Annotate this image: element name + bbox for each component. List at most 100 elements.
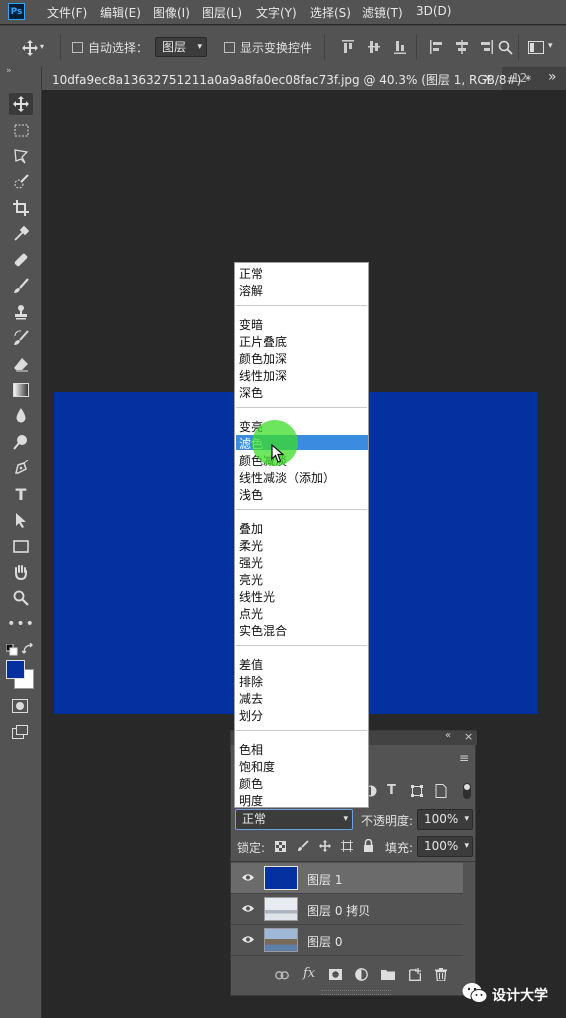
- eraser-tool-icon[interactable]: [9, 353, 33, 375]
- workspace-icon[interactable]: [528, 41, 544, 54]
- gradient-tool-icon[interactable]: [9, 379, 33, 401]
- filter-smart-object-icon[interactable]: [435, 784, 447, 798]
- blend-option-vivid-light[interactable]: 亮光: [239, 571, 263, 588]
- history-brush-tool-icon[interactable]: [9, 327, 33, 349]
- blend-option-hard-mix[interactable]: 实色混合: [239, 622, 287, 639]
- blend-option-darken[interactable]: 变暗: [239, 316, 263, 333]
- quick-mask-icon[interactable]: [12, 699, 28, 713]
- tab-close-icon[interactable]: ×: [483, 71, 493, 85]
- lock-artboard-icon[interactable]: [341, 840, 353, 852]
- blend-option-divide[interactable]: 划分: [239, 707, 263, 724]
- blend-option-normal[interactable]: 正常: [239, 265, 263, 282]
- dodge-tool-icon[interactable]: [9, 431, 33, 453]
- auto-select-checkbox[interactable]: [72, 42, 83, 53]
- more-tools-icon[interactable]: •••: [7, 613, 34, 635]
- menu-filter[interactable]: 滤镜(T): [362, 4, 403, 21]
- tab-next-document[interactable]: 12: [512, 71, 527, 85]
- blend-option-hard-light[interactable]: 强光: [239, 554, 263, 571]
- new-layer-icon[interactable]: [409, 968, 421, 981]
- pen-tool-icon[interactable]: [9, 457, 33, 479]
- visibility-eye-icon[interactable]: [242, 904, 254, 913]
- visibility-eye-icon[interactable]: [242, 935, 254, 944]
- panel-collapse-icon[interactable]: «: [445, 730, 451, 741]
- align-right-icon[interactable]: [481, 40, 493, 54]
- filter-toggle[interactable]: [463, 783, 471, 799]
- menu-layer[interactable]: 图层(L): [202, 4, 242, 21]
- blend-option-linear-light[interactable]: 线性光: [239, 588, 275, 605]
- panel-close-icon[interactable]: ×: [464, 730, 473, 743]
- layer-row[interactable]: 图层 0: [231, 925, 463, 956]
- quick-selection-tool-icon[interactable]: [9, 171, 33, 193]
- opacity-input[interactable]: 100% ▾: [417, 809, 473, 830]
- tab-active-document[interactable]: 10dfa9ec8a13632751211a0a9a8fa0ec08fac73f…: [42, 67, 531, 90]
- visibility-eye-icon[interactable]: [242, 873, 254, 882]
- new-group-folder-icon[interactable]: [381, 969, 395, 980]
- tab-overflow-icon[interactable]: »: [548, 69, 557, 85]
- resize-grip[interactable]: [321, 990, 391, 995]
- layer-row[interactable]: 图层 0 拷贝: [231, 894, 463, 925]
- blend-option-hue[interactable]: 色相: [239, 741, 263, 758]
- blend-option-dissolve[interactable]: 溶解: [239, 282, 263, 299]
- move-tool-icon[interactable]: [22, 40, 38, 56]
- screen-mode-icon[interactable]: [12, 725, 28, 739]
- menu-image[interactable]: 图像(I): [153, 4, 190, 21]
- blend-option-color[interactable]: 颜色: [239, 775, 263, 792]
- align-bottom-icon[interactable]: [394, 40, 406, 54]
- lock-all-icon[interactable]: [363, 839, 374, 852]
- search-icon[interactable]: [498, 40, 513, 55]
- chevron-down-icon[interactable]: ▾: [548, 41, 553, 51]
- blend-option-saturation[interactable]: 饱和度: [239, 758, 275, 775]
- layer-style-fx-icon[interactable]: fx: [303, 966, 315, 981]
- panel-menu-icon[interactable]: ≡: [459, 751, 469, 765]
- swap-colors-icon[interactable]: [22, 643, 34, 655]
- blend-option-subtract[interactable]: 减去: [239, 690, 263, 707]
- hand-tool-icon[interactable]: [9, 561, 33, 583]
- lock-position-icon[interactable]: [319, 840, 331, 852]
- fill-input[interactable]: 100% ▾: [417, 836, 473, 857]
- clone-stamp-tool-icon[interactable]: [9, 301, 33, 323]
- align-horizontal-center-icon[interactable]: [456, 40, 468, 54]
- dropdown-caret-icon[interactable]: ▾: [40, 42, 44, 51]
- type-tool-icon[interactable]: T: [9, 483, 33, 505]
- auto-select-dropdown[interactable]: 图层 ▾: [155, 37, 207, 57]
- filter-type-icon[interactable]: T: [387, 783, 396, 798]
- healing-brush-tool-icon[interactable]: [9, 249, 33, 271]
- blend-option-linear-dodge[interactable]: 线性减淡（添加）: [239, 469, 335, 486]
- blur-tool-icon[interactable]: [9, 405, 33, 427]
- menu-file[interactable]: 文件(F): [47, 4, 87, 21]
- blend-option-darker-color[interactable]: 深色: [239, 384, 263, 401]
- blend-option-multiply[interactable]: 正片叠底: [239, 333, 287, 350]
- menu-select[interactable]: 选择(S): [310, 4, 351, 21]
- foreground-color-swatch[interactable]: [6, 660, 25, 679]
- lock-transparent-pixels-icon[interactable]: [275, 841, 286, 852]
- blend-option-soft-light[interactable]: 柔光: [239, 537, 263, 554]
- lasso-tool-icon[interactable]: [9, 145, 33, 167]
- align-left-icon[interactable]: [430, 40, 442, 54]
- blend-mode-dropdown[interactable]: 正常 ▾: [235, 809, 353, 830]
- align-vertical-center-icon[interactable]: [368, 40, 380, 54]
- eyedropper-tool-icon[interactable]: [9, 223, 33, 245]
- layer-row-selected[interactable]: 图层 1: [231, 863, 463, 894]
- blend-option-luminosity[interactable]: 明度: [239, 792, 263, 809]
- align-top-icon[interactable]: [342, 40, 354, 54]
- blend-option-difference[interactable]: 差值: [239, 656, 263, 673]
- blend-option-color-burn[interactable]: 颜色加深: [239, 350, 287, 367]
- menu-type[interactable]: 文字(Y): [256, 4, 297, 21]
- link-layers-icon[interactable]: [275, 971, 289, 980]
- menu-3d[interactable]: 3D(D): [416, 4, 451, 18]
- rectangle-tool-icon[interactable]: [9, 535, 33, 557]
- path-selection-tool-icon[interactable]: [9, 509, 33, 531]
- blend-option-lighter-color[interactable]: 浅色: [239, 486, 263, 503]
- new-adjustment-layer-icon[interactable]: [355, 968, 368, 981]
- zoom-tool-icon[interactable]: [9, 587, 33, 609]
- crop-tool-icon[interactable]: [9, 197, 33, 219]
- menu-edit[interactable]: 编辑(E): [100, 4, 141, 21]
- brush-tool-icon[interactable]: [9, 275, 33, 297]
- marquee-tool-icon[interactable]: [9, 119, 33, 141]
- add-mask-icon[interactable]: [329, 969, 342, 980]
- blend-option-exclusion[interactable]: 排除: [239, 673, 263, 690]
- delete-layer-trash-icon[interactable]: [435, 968, 447, 981]
- move-tool-icon[interactable]: [9, 93, 33, 115]
- blend-option-linear-burn[interactable]: 线性加深: [239, 367, 287, 384]
- collapse-panel-icon[interactable]: »: [6, 66, 12, 76]
